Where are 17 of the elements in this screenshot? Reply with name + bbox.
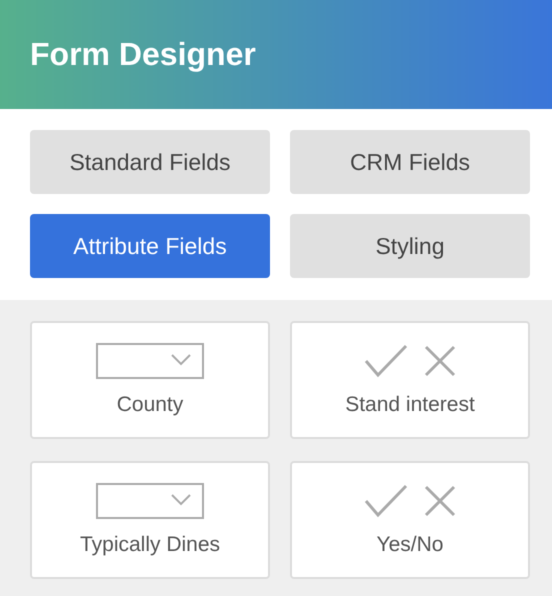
tab[interactable]: Styling xyxy=(290,214,530,278)
check-cross-icon xyxy=(364,343,456,379)
tab[interactable]: Attribute Fields xyxy=(30,214,270,278)
dropdown-icon xyxy=(96,343,204,379)
field-label: Typically Dines xyxy=(80,533,220,557)
check-cross-icon xyxy=(364,483,456,519)
field-card[interactable]: Stand interest xyxy=(290,321,530,439)
field-label: Yes/No xyxy=(376,533,444,557)
field-label: County xyxy=(116,393,184,417)
tab[interactable]: Standard Fields xyxy=(30,130,270,194)
field-label: Stand interest xyxy=(345,393,475,417)
tab[interactable]: CRM Fields xyxy=(290,130,530,194)
field-card[interactable]: Yes/No xyxy=(290,461,530,579)
field-card[interactable]: County xyxy=(30,321,270,439)
dropdown-icon xyxy=(96,483,204,519)
field-card[interactable]: Typically Dines xyxy=(30,461,270,579)
header-title: Form Designer xyxy=(30,36,256,73)
